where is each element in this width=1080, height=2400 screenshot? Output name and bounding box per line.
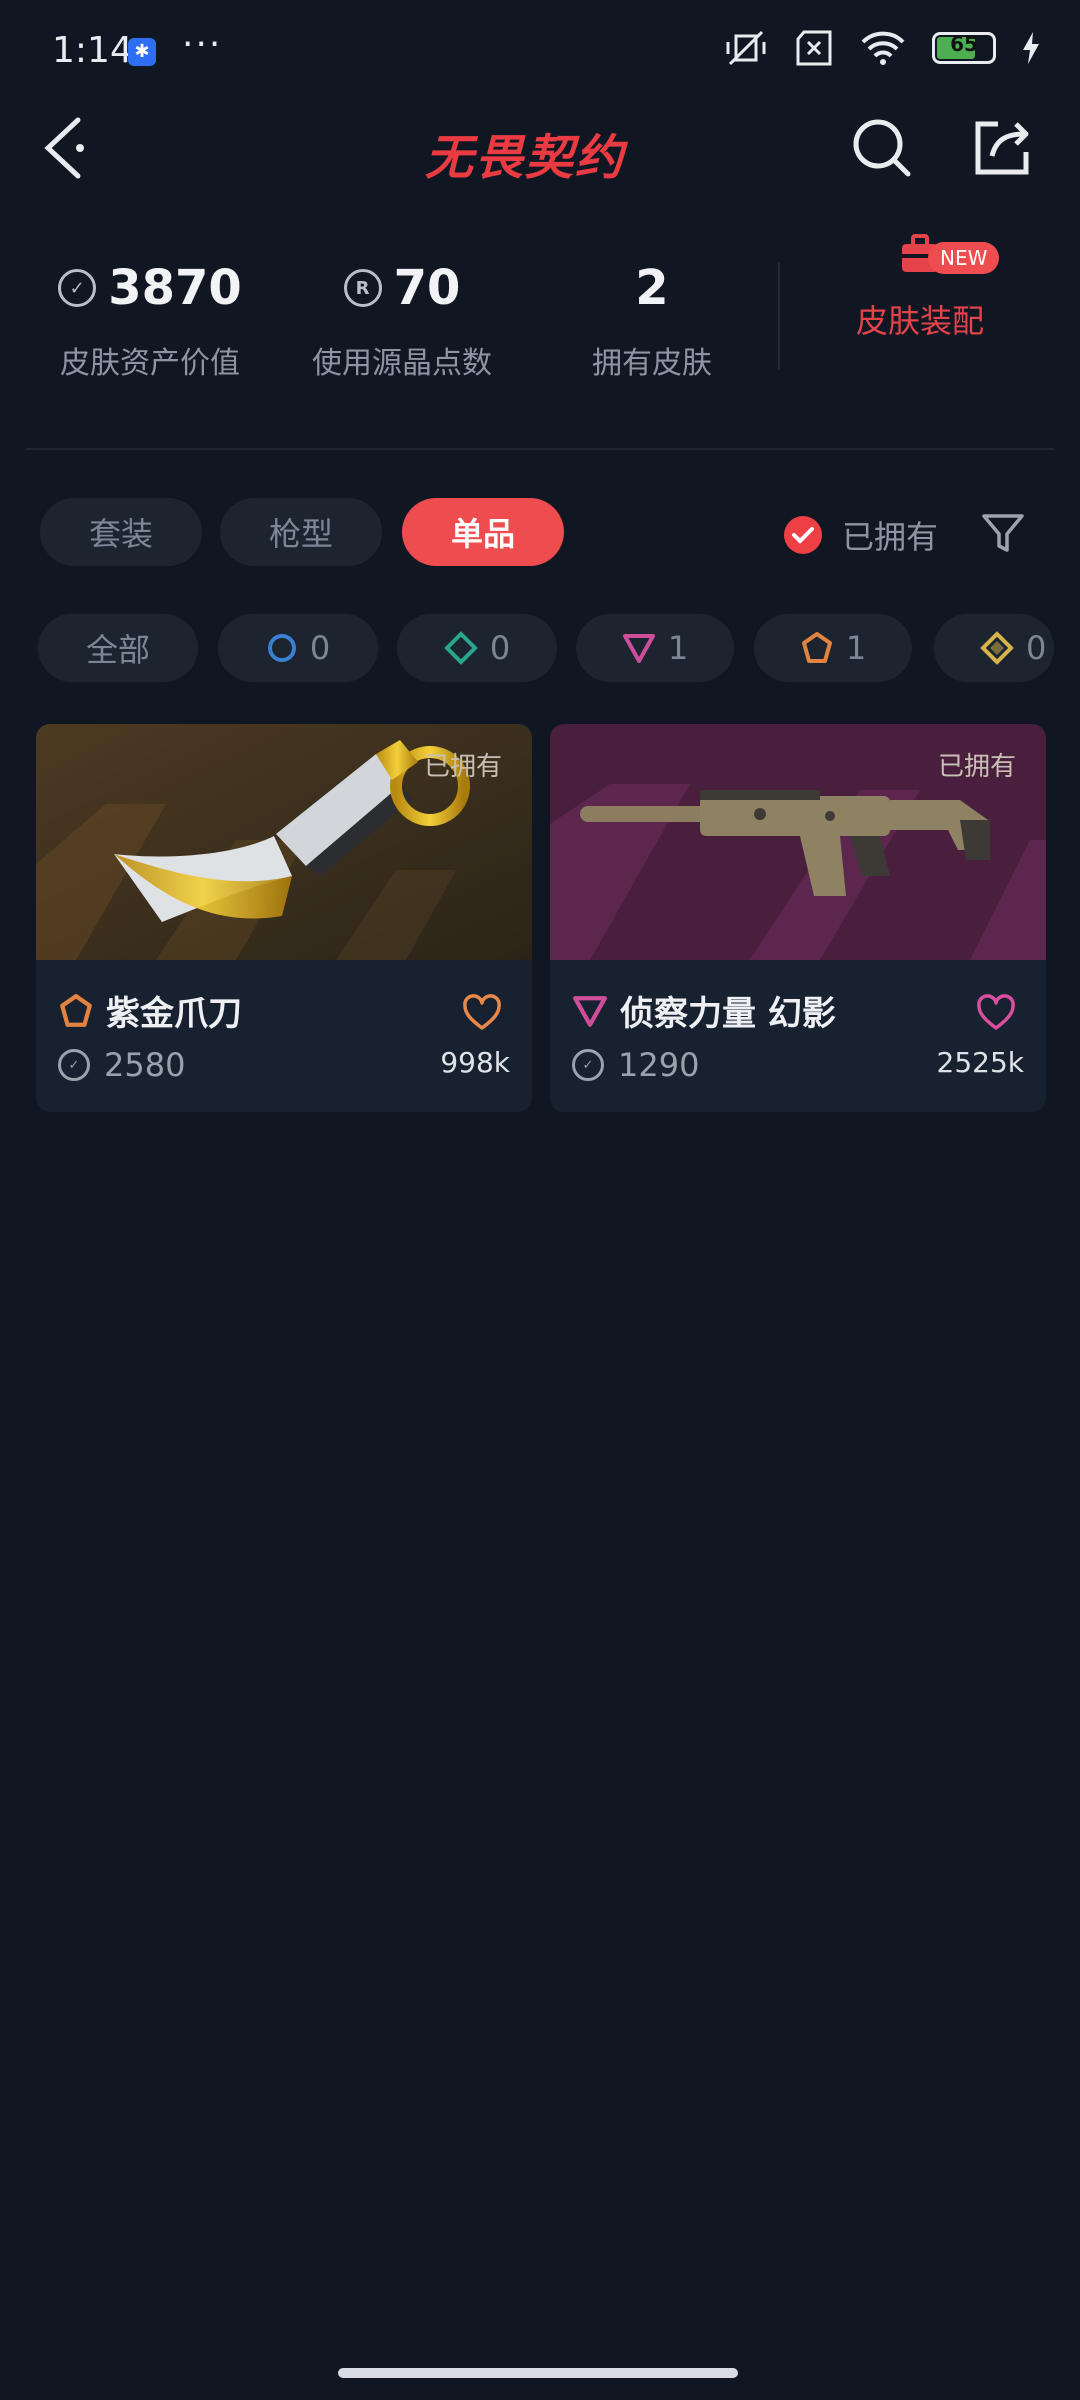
stat-asset-value: ✓ 3870 皮肤资产价值 (40, 258, 260, 382)
stat-value: 70 (393, 260, 461, 316)
share-icon[interactable] (970, 116, 1034, 180)
divider (26, 448, 1054, 450)
like-count: 998k (440, 1046, 510, 1079)
tab-weapon-type[interactable]: 枪型 (220, 498, 382, 566)
rarity-chip-premium[interactable]: 1 (576, 614, 734, 682)
pentagon-tier-icon (801, 632, 832, 663)
wifi-icon (861, 31, 905, 65)
diamond-tier-icon (443, 631, 478, 665)
stat-value: 3870 (108, 260, 242, 316)
equip-label: 皮肤装配 (855, 302, 984, 340)
tab-single-item[interactable]: 单品 (402, 498, 564, 566)
home-indicator[interactable] (338, 2368, 738, 2378)
stat-label: 拥有皮肤 (592, 346, 712, 381)
game-logo: 无畏契约 (425, 130, 626, 186)
search-icon[interactable] (850, 116, 914, 180)
vp-icon: ✓ (58, 1049, 90, 1081)
price-value: 2580 (104, 1046, 186, 1084)
skin-price: ✓ 2580 (58, 1046, 185, 1084)
rarity-chip-select[interactable]: 0 (218, 614, 378, 682)
chip-count: 1 (667, 629, 689, 667)
radianite-icon: R (343, 269, 382, 307)
tab-sets[interactable]: 套装 (40, 498, 202, 566)
filter-icon[interactable] (980, 510, 1026, 556)
status-more-icon: ··· (182, 24, 223, 65)
skin-card[interactable]: 已拥有 紫金爪刀 ✓ 2580 998k (36, 724, 532, 1112)
skin-card[interactable]: 已拥有 侦察力量 幻影 ✓ 1290 2525k (550, 724, 1046, 1112)
like-count: 2525k (936, 1046, 1024, 1079)
price-value: 1290 (618, 1046, 700, 1084)
rarity-chip-ultra[interactable]: 0 (934, 614, 1054, 682)
status-time: 1:14 (52, 30, 133, 71)
vp-icon: ✓ (58, 269, 97, 307)
pentagon-tier-icon (60, 993, 92, 1027)
circle-tier-icon (267, 634, 296, 662)
stat-radianite: R 70 使用源晶点数 (292, 258, 512, 382)
heart-icon[interactable] (976, 994, 1016, 1032)
stat-owned-skins: 2 拥有皮肤 (542, 258, 762, 382)
rarity-chip-all[interactable]: 全部 (38, 614, 198, 682)
back-button[interactable] (40, 112, 100, 184)
chip-count: 1 (845, 629, 867, 667)
skin-name: 紫金爪刀 (106, 994, 242, 1034)
skin-name: 侦察力量 幻影 (620, 994, 836, 1034)
skin-title: 紫金爪刀 (58, 986, 242, 1035)
app-notification-icon: ✱ (128, 38, 156, 66)
status-icons: 65 (724, 28, 1040, 68)
divider (778, 262, 780, 370)
owned-tag: 已拥有 (937, 752, 1016, 782)
skin-title: 侦察力量 幻影 (572, 986, 836, 1035)
triangle-tier-icon (573, 995, 607, 1027)
chip-count: 0 (489, 629, 511, 667)
chip-count: 0 (309, 629, 331, 667)
chip-label: 全部 (85, 631, 150, 669)
stat-value: 2 (635, 260, 669, 316)
battery-icon: 65 (932, 32, 996, 64)
rhombus-tier-icon (980, 631, 1014, 665)
vp-icon: ✓ (572, 1049, 604, 1081)
checkmark-icon (784, 516, 822, 554)
heart-icon[interactable] (462, 994, 502, 1032)
new-badge: NEW (928, 242, 1000, 274)
skin-price: ✓ 1290 (572, 1046, 699, 1084)
stat-label: 使用源晶点数 (312, 346, 492, 381)
chip-count: 0 (1026, 629, 1047, 667)
mute-vibrate-icon (726, 30, 766, 66)
charging-icon (1023, 32, 1039, 64)
no-sim-icon (796, 30, 832, 66)
triangle-tier-icon (622, 634, 655, 663)
rarity-chip-deluxe[interactable]: 0 (397, 614, 557, 682)
rarity-chip-exclusive[interactable]: 1 (754, 614, 912, 682)
owned-filter-label: 已拥有 (842, 518, 939, 556)
owned-tag: 已拥有 (423, 752, 502, 782)
battery-level: 65 (950, 32, 978, 56)
owned-filter-checkbox[interactable]: 已拥有 (784, 512, 938, 558)
stat-label: 皮肤资产价值 (60, 346, 240, 381)
